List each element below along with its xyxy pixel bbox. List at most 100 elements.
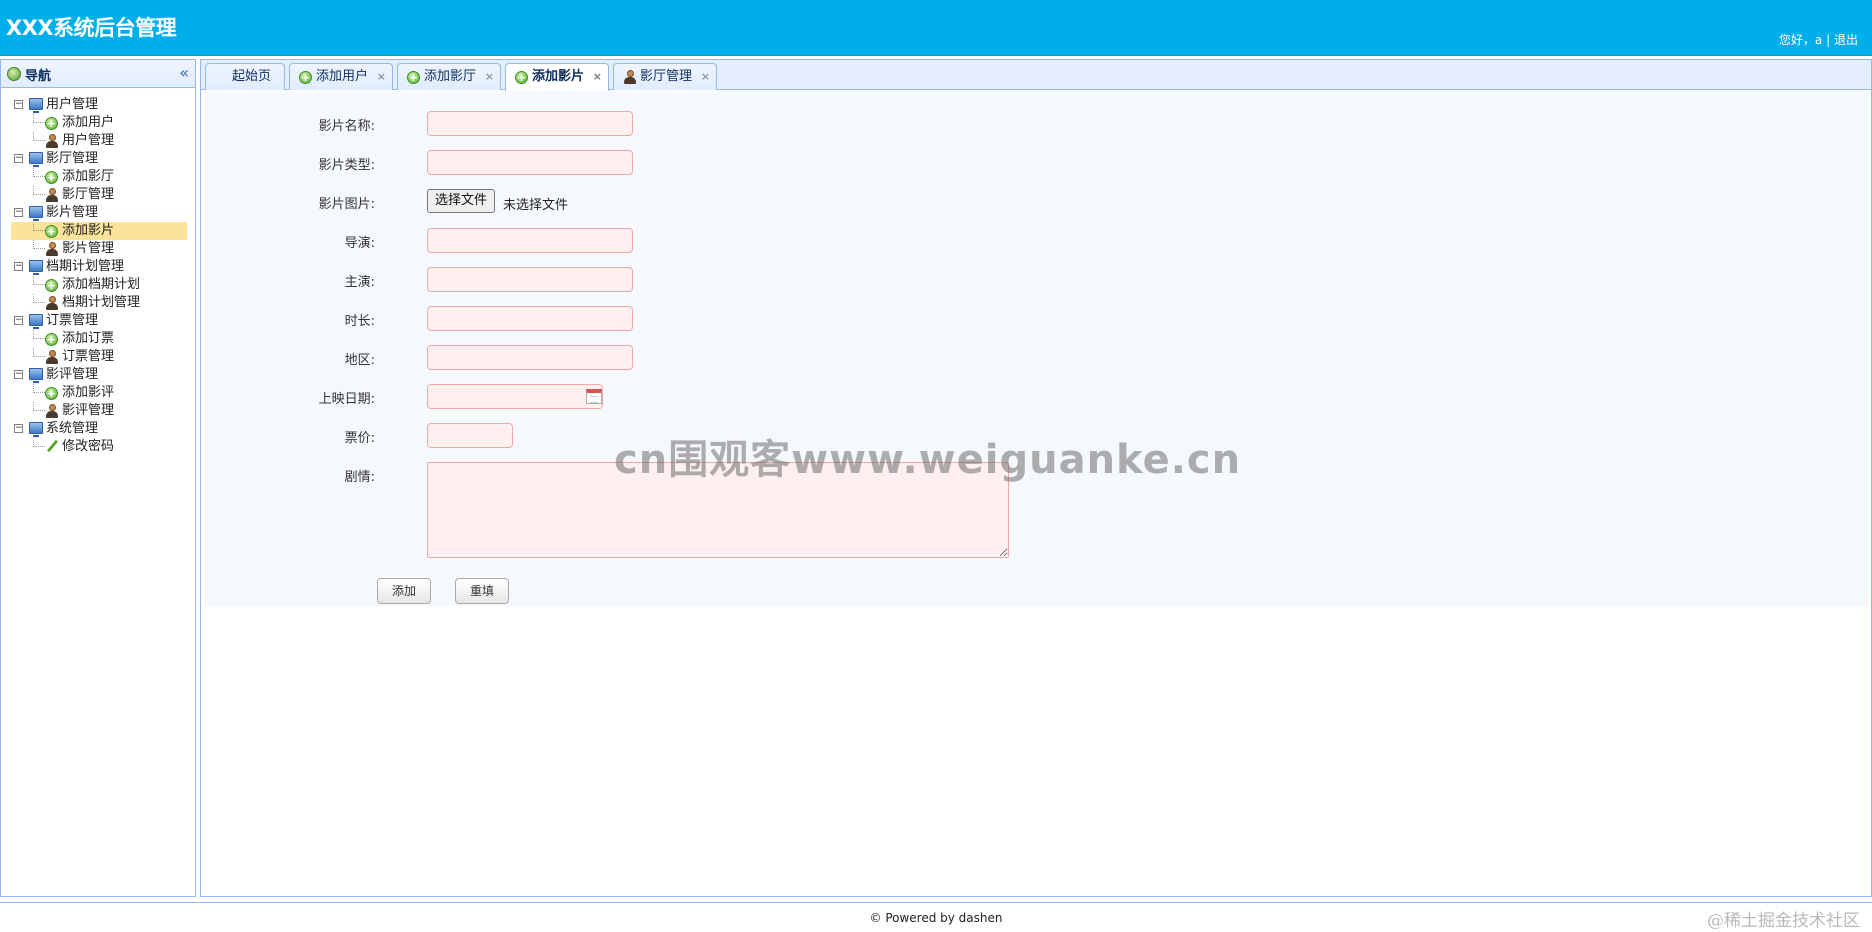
tree-toggle-icon[interactable]: − [14, 316, 23, 325]
monitor-icon [29, 206, 43, 221]
row-actions: 添加 重填 [205, 578, 1869, 606]
tree-item-label: 修改密码 [62, 439, 115, 454]
row-price: 票价: [205, 423, 1869, 451]
tree-toggle-icon[interactable]: − [14, 370, 23, 379]
collapse-icon[interactable]: « [179, 63, 189, 82]
row-movie-type: 影片类型: [205, 150, 1869, 178]
file-status-text: 未选择文件 [503, 198, 569, 213]
tree-item-1-0[interactable]: + 添加影厅 [11, 168, 187, 186]
tab-4[interactable]: 影厅管理 × [613, 63, 717, 90]
tab-2[interactable]: + 添加影厅 × [397, 63, 501, 90]
monitor-icon [29, 368, 43, 383]
tree-item-4-0[interactable]: + 添加订票 [11, 330, 187, 348]
actor-input[interactable] [427, 267, 633, 292]
tree-item-3-0[interactable]: + 添加档期计划 [11, 276, 187, 294]
user-icon [624, 70, 636, 84]
add-icon: + [45, 333, 58, 346]
submit-button[interactable]: 添加 [377, 578, 432, 604]
tree-group-0[interactable]: − 用户管理 [11, 96, 187, 114]
close-icon[interactable]: × [377, 64, 386, 90]
tree-connector [33, 132, 45, 141]
tree-item-label: 添加用户 [62, 115, 115, 130]
tree-item-label: 用户管理 [62, 133, 115, 148]
movie-name-input[interactable] [427, 111, 633, 136]
duration-input[interactable] [427, 306, 633, 331]
row-plot: 剧情: [205, 462, 1869, 560]
nav-tree: − 用户管理 + 添加用户 用户管理 − 影厅管理 + 添加影厅 影厅管理 − 影片管理 + 添加影片 影片… [11, 96, 187, 456]
region-input[interactable] [427, 345, 633, 370]
user-area: 您好，a | 退出 [1779, 31, 1858, 48]
release-date-input[interactable] [427, 384, 603, 409]
tree-group-label: 用户管理 [46, 97, 99, 112]
row-region: 地区: [205, 345, 1869, 373]
tab-3[interactable]: + 添加影片 × [505, 63, 609, 91]
movie-type-input[interactable] [427, 150, 633, 175]
tree-toggle-icon[interactable]: − [14, 100, 23, 109]
calendar-icon[interactable] [586, 389, 602, 404]
user-icon [46, 134, 58, 148]
director-label: 导演: [344, 236, 375, 251]
sidebar-title: 导航 [25, 69, 52, 84]
tab-label: 起始页 [232, 69, 272, 84]
tree-item-5-1[interactable]: 影评管理 [11, 402, 187, 420]
logout-link[interactable]: 退出 [1834, 33, 1858, 47]
sidebar-panel: 导航 « − 用户管理 + 添加用户 用户管理 − 影厅管理 + 添加影厅 影厅管理 − 影片管理 + 添… [0, 59, 196, 897]
pen-icon [46, 440, 58, 452]
tree-item-label: 档期计划管理 [62, 295, 141, 310]
price-input[interactable] [427, 423, 513, 448]
reset-button[interactable]: 重填 [455, 578, 510, 604]
tree-toggle-icon[interactable]: − [14, 154, 23, 163]
user-icon [46, 296, 58, 310]
tab-0[interactable]: 起始页 [205, 63, 285, 90]
tree-group-4[interactable]: − 订票管理 [11, 312, 187, 330]
tree-connector [33, 438, 45, 447]
tree-group-3[interactable]: − 档期计划管理 [11, 258, 187, 276]
tree-item-5-0[interactable]: + 添加影评 [11, 384, 187, 402]
tree-item-0-1[interactable]: 用户管理 [11, 132, 187, 150]
add-icon: + [407, 71, 420, 84]
price-label: 票价: [344, 431, 375, 446]
duration-label: 时长: [344, 314, 375, 329]
add-icon: + [515, 71, 528, 84]
tree-item-label: 添加影厅 [62, 169, 115, 184]
tree-item-label: 影片管理 [62, 241, 115, 256]
main-panel: 起始页 + 添加用户 × + 添加影厅 × + 添加影片 × 影厅管理 × 影片名称: 影片类型: 影… [200, 59, 1872, 897]
director-input[interactable] [427, 228, 633, 253]
monitor-icon [29, 314, 43, 329]
movie-image-label: 影片图片: [318, 197, 375, 212]
tree-group-label: 订票管理 [46, 313, 99, 328]
add-icon: + [299, 71, 312, 84]
tab-label: 添加用户 [316, 69, 369, 84]
tree-item-4-1[interactable]: 订票管理 [11, 348, 187, 366]
close-icon[interactable]: × [701, 64, 710, 90]
monitor-icon [29, 422, 43, 437]
tree-connector [33, 384, 45, 393]
add-icon: + [45, 117, 58, 130]
tree-group-5[interactable]: − 影评管理 [11, 366, 187, 384]
tree-group-2[interactable]: − 影片管理 [11, 204, 187, 222]
tab-1[interactable]: + 添加用户 × [289, 63, 393, 90]
tree-toggle-icon[interactable]: − [14, 208, 23, 217]
tree-item-6-0[interactable]: 修改密码 [11, 438, 187, 456]
tree-group-1[interactable]: − 影厅管理 [11, 150, 187, 168]
choose-file-button[interactable]: 选择文件 [427, 189, 496, 213]
row-release-date: 上映日期: [205, 384, 1869, 412]
close-icon[interactable]: × [485, 64, 494, 90]
tree-item-3-1[interactable]: 档期计划管理 [11, 294, 187, 312]
tree-item-1-1[interactable]: 影厅管理 [11, 186, 187, 204]
tree-group-6[interactable]: − 系统管理 [11, 420, 187, 438]
monitor-icon [29, 260, 43, 275]
add-icon: + [45, 387, 58, 400]
tree-connector [33, 402, 45, 411]
tree-toggle-icon[interactable]: − [14, 262, 23, 271]
tree-toggle-icon[interactable]: − [14, 424, 23, 433]
plot-textarea[interactable] [427, 462, 1009, 558]
tree-item-0-0[interactable]: + 添加用户 [11, 114, 187, 132]
user-icon [46, 350, 58, 364]
tree-item-2-0[interactable]: + 添加影片 [11, 222, 187, 240]
close-icon[interactable]: × [593, 64, 602, 90]
site-watermark: @稀土掘金技术社区 [1707, 911, 1860, 931]
tree-item-2-1[interactable]: 影片管理 [11, 240, 187, 258]
add-icon: + [45, 279, 58, 292]
tabs-bar: 起始页 + 添加用户 × + 添加影厅 × + 添加影片 × 影厅管理 × [201, 60, 1871, 91]
